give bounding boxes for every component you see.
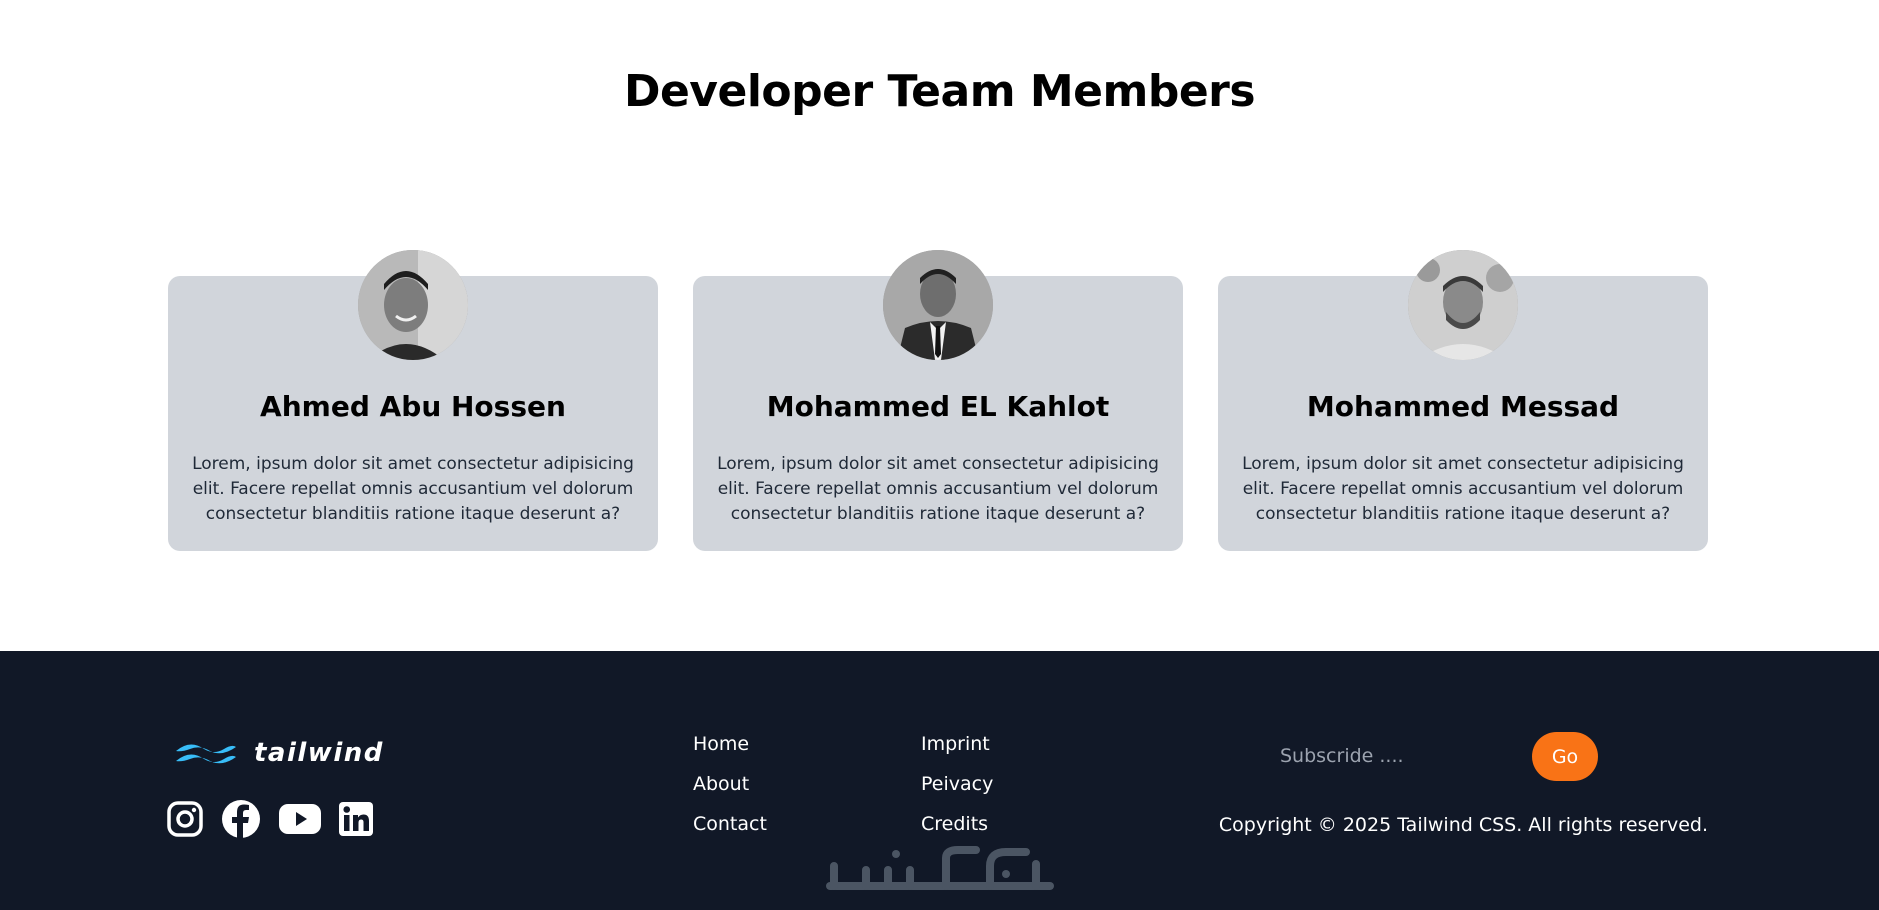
member-name: Ahmed Abu Hossen [260, 390, 566, 423]
team-section: Developer Team Members Ahmed Abu Hossen … [0, 0, 1879, 651]
footer-links-secondary: Imprint Peivacy Credits [921, 733, 993, 853]
avatar [883, 250, 993, 360]
tailwind-logo-icon [176, 744, 236, 764]
logo-text: tailwind [254, 738, 384, 768]
youtube-icon[interactable] [279, 803, 321, 835]
subscribe-form: Go [1259, 731, 1599, 781]
linkedin-icon[interactable] [339, 802, 373, 836]
subscribe-input[interactable] [1259, 731, 1529, 781]
footer-link-contact[interactable]: Contact [693, 813, 767, 835]
member-name: Mohammed EL Kahlot [766, 390, 1110, 423]
footer-links-primary: Home About Contact [693, 733, 767, 853]
member-card: Ahmed Abu Hossen Lorem, ipsum dolor sit … [168, 250, 658, 551]
footer-link-privacy[interactable]: Peivacy [921, 773, 993, 795]
member-bio: Lorem, ipsum dolor sit amet consectetur … [1242, 454, 1684, 524]
go-button[interactable]: Go [1532, 732, 1598, 781]
watermark-logo [826, 844, 1054, 896]
facebook-icon[interactable] [221, 799, 261, 839]
page: Developer Team Members Ahmed Abu Hossen … [0, 0, 1879, 910]
instagram-icon[interactable] [167, 801, 203, 837]
member-bio: Lorem, ipsum dolor sit amet consectetur … [717, 454, 1159, 524]
member-card: Mohammed EL Kahlot Lorem, ipsum dolor si… [693, 250, 1183, 551]
social-links [167, 799, 391, 839]
footer-logo[interactable]: tailwind [174, 738, 384, 768]
member-card: Mohammed Messad Lorem, ipsum dolor sit a… [1218, 250, 1708, 551]
member-name: Mohammed Messad [1306, 390, 1620, 423]
avatar [1408, 250, 1518, 360]
member-bio: Lorem, ipsum dolor sit amet consectetur … [192, 454, 634, 524]
avatar [358, 250, 468, 360]
footer-link-about[interactable]: About [693, 773, 767, 795]
section-title: Developer Team Members [623, 66, 1256, 117]
footer-link-home[interactable]: Home [693, 733, 767, 755]
footer: tailwind Home About Contact Imprint Peiv… [0, 651, 1879, 910]
copyright-text: Copyright © 2025 Tailwind CSS. All right… [1218, 814, 1708, 836]
footer-link-imprint[interactable]: Imprint [921, 733, 993, 755]
footer-link-credits[interactable]: Credits [921, 813, 993, 835]
